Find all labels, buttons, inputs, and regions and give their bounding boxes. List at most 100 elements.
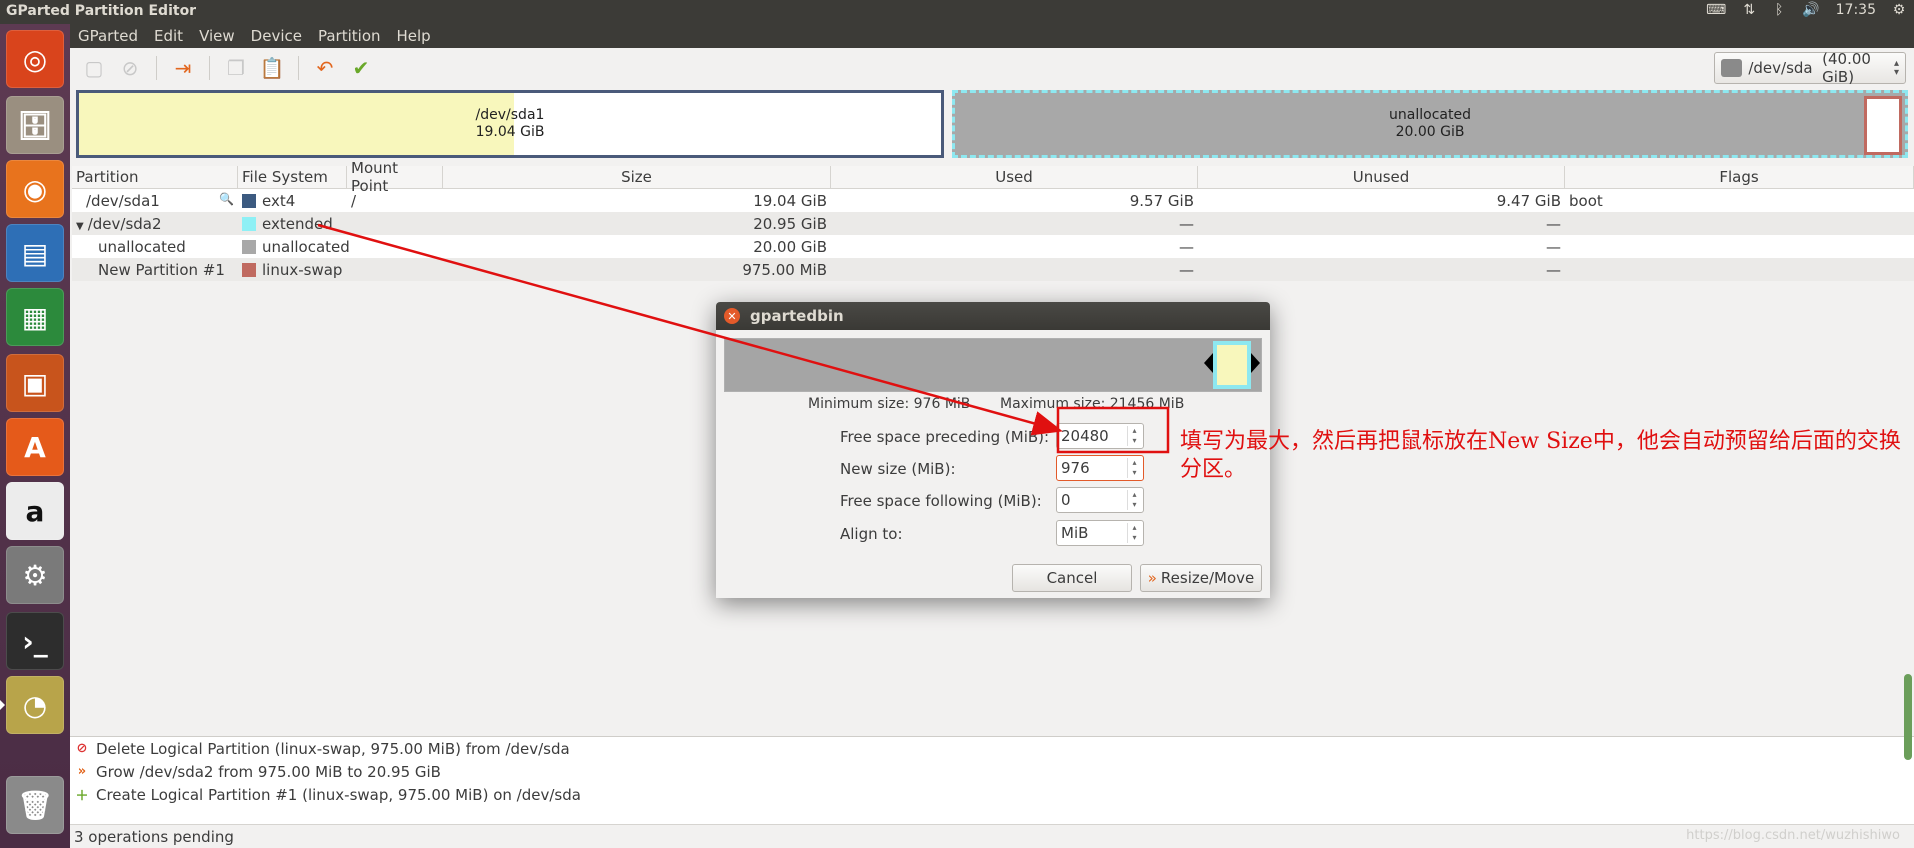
free-preceding-value: 20480 [1061, 427, 1109, 445]
new-size-value: 976 [1061, 459, 1090, 477]
table-header: Partition File System Mount Point Size U… [72, 159, 1914, 195]
amazon-icon[interactable]: a [6, 482, 64, 540]
resize-move-button[interactable]: » Resize/Move [1140, 564, 1262, 592]
min-size-label: Minimum size: 976 MiB [808, 396, 971, 412]
cell-filesystem: unallocated [238, 238, 350, 256]
col-mountpoint[interactable]: Mount Point [347, 159, 443, 195]
map-sda1-size: 19.04 GiB [475, 124, 545, 140]
spin-arrows-icon[interactable]: ▴ ▾ [1127, 458, 1141, 478]
menu-help[interactable]: Help [389, 27, 439, 45]
close-icon[interactable]: ✕ [724, 308, 740, 324]
map-partition-swap[interactable] [1864, 96, 1902, 155]
col-filesystem[interactable]: File System [238, 166, 347, 188]
new-size-label: New size (MiB): [840, 460, 956, 478]
writer-icon[interactable]: ▤ [6, 224, 64, 282]
expander-icon[interactable]: ▼ [76, 221, 84, 232]
menu-partition[interactable]: Partition [310, 27, 389, 45]
map-partition-sda1[interactable]: /dev/sda1 19.04 GiB [76, 90, 944, 158]
ubuntu-logo-icon[interactable]: ◎ [6, 30, 64, 88]
col-partition[interactable]: Partition [72, 166, 238, 188]
key-icon: 🔍 [219, 191, 234, 206]
volume-icon[interactable]: 🔊 [1802, 2, 1819, 18]
cell-unused: — [1546, 214, 1561, 233]
gparted-icon[interactable]: ◔ [0, 676, 64, 734]
cell-size: 20.00 GiB [753, 237, 827, 256]
free-preceding-input[interactable]: 20480 ▴ ▾ [1056, 423, 1144, 449]
cell-unused: — [1546, 237, 1561, 256]
table-row[interactable]: /dev/sda1 🔍 ext4 / 19.04 GiB 9.57 GiB 9.4… [72, 189, 1914, 212]
status-bar: 3 operations pending [70, 824, 1914, 848]
table-row[interactable]: ▼/dev/sda2 extended 20.95 GiB — — [72, 212, 1914, 235]
partition-table: Partition File System Mount Point Size U… [72, 159, 1914, 281]
spin-arrows-icon[interactable]: ▴ ▾ [1127, 523, 1141, 543]
system-settings-icon[interactable]: ⚙ [6, 546, 64, 604]
window-title: GParted Partition Editor [6, 3, 197, 19]
delete-icon[interactable]: ⊘ [114, 52, 146, 84]
clock[interactable]: 17:35 [1836, 2, 1876, 18]
resize-move-icon[interactable]: ⇥ [167, 52, 199, 84]
map-unallocated-name: unallocated [1389, 107, 1471, 123]
resize-icon: » [1147, 569, 1157, 587]
power-gear-icon[interactable]: ⚙ [1892, 2, 1906, 18]
bluetooth-icon[interactable]: ᛒ [1772, 2, 1786, 18]
operation-item[interactable]: ＋ Create Logical Partition #1 (linux-swap… [70, 783, 1914, 806]
map-unallocated-size: 20.00 GiB [1395, 124, 1465, 140]
cell-filesystem: linux-swap [238, 261, 347, 279]
harddisk-icon [1721, 59, 1743, 77]
operation-item[interactable]: » Grow /dev/sda2 from 975.00 MiB to 20.95… [70, 760, 1914, 783]
cancel-button[interactable]: Cancel [1012, 564, 1132, 592]
col-used[interactable]: Used [831, 166, 1198, 188]
menubar: GParted Edit View Device Partition Help [70, 24, 1914, 48]
col-flags[interactable]: Flags [1565, 166, 1914, 188]
cell-unused: 9.47 GiB [1496, 191, 1561, 210]
network-icon[interactable]: ⇅ [1742, 2, 1756, 18]
col-size[interactable]: Size [443, 166, 831, 188]
new-size-input[interactable]: 976 ▴ ▾ [1056, 455, 1144, 481]
new-partition-icon[interactable]: ▢ [78, 52, 110, 84]
partition-slider[interactable] [1213, 341, 1251, 389]
menu-edit[interactable]: Edit [146, 27, 191, 45]
fs-swatch [242, 262, 256, 277]
col-unused[interactable]: Unused [1198, 166, 1565, 188]
apply-icon[interactable]: ✔ [345, 52, 377, 84]
dialog-titlebar[interactable]: ✕ gpartedbin [716, 302, 1270, 330]
cell-used: — [1179, 260, 1194, 279]
menu-view[interactable]: View [191, 27, 243, 45]
keyboard-icon[interactable]: ⌨ [1706, 2, 1726, 18]
free-following-label: Free space following (MiB): [840, 492, 1042, 510]
paste-icon[interactable]: 📋 [256, 52, 288, 84]
impress-icon[interactable]: ▣ [6, 354, 64, 412]
table-row[interactable]: New Partition #1 linux-swap 975.00 MiB —… [72, 258, 1914, 281]
cell-partition: /dev/sda1 🔍 [72, 192, 238, 210]
menu-device[interactable]: Device [243, 27, 310, 45]
free-following-input[interactable]: 0 ▴ ▾ [1056, 487, 1144, 513]
cell-filesystem: extended [238, 215, 347, 233]
trash-icon[interactable]: 🗑 [6, 776, 64, 834]
files-icon[interactable]: 🗄 [6, 96, 64, 154]
fs-name: ext4 [262, 191, 296, 210]
device-selector[interactable]: /dev/sda (40.00 GiB) ▴ ▾ [1714, 50, 1906, 86]
right-handle-icon[interactable] [1251, 353, 1260, 373]
device-size: (40.00 GiB) [1822, 50, 1871, 86]
spin-arrows-icon[interactable]: ▴ ▾ [1127, 490, 1141, 510]
cell-used: — [1179, 237, 1194, 256]
resize-graphic[interactable] [724, 338, 1262, 392]
software-center-icon[interactable]: A [6, 418, 64, 476]
operation-item[interactable]: ⊘ Delete Logical Partition (linux-swap, 9… [70, 737, 1914, 760]
cell-size: 975.00 MiB [742, 260, 827, 279]
firefox-icon[interactable]: ◉ [6, 160, 64, 218]
copy-icon[interactable]: ❐ [220, 52, 252, 84]
table-row[interactable]: unallocated unallocated 20.00 GiB — — [72, 235, 1914, 258]
undo-icon[interactable]: ↶ [309, 52, 341, 84]
calc-icon[interactable]: ▦ [6, 288, 64, 346]
terminal-icon[interactable]: ›_ [6, 612, 64, 670]
toolbar-separator [209, 56, 210, 80]
cell-size: 20.95 GiB [753, 214, 827, 233]
spin-arrows-icon: ▴ ▾ [1893, 58, 1899, 78]
map-partition-extended[interactable]: unallocated 20.00 GiB [952, 90, 1908, 158]
align-to-select[interactable]: MiB ▴ ▾ [1056, 520, 1144, 546]
spin-arrows-icon[interactable]: ▴ ▾ [1127, 426, 1141, 446]
scrollbar[interactable] [1904, 674, 1912, 760]
menu-gparted[interactable]: GParted [70, 27, 146, 45]
left-handle-icon[interactable] [1204, 353, 1213, 373]
